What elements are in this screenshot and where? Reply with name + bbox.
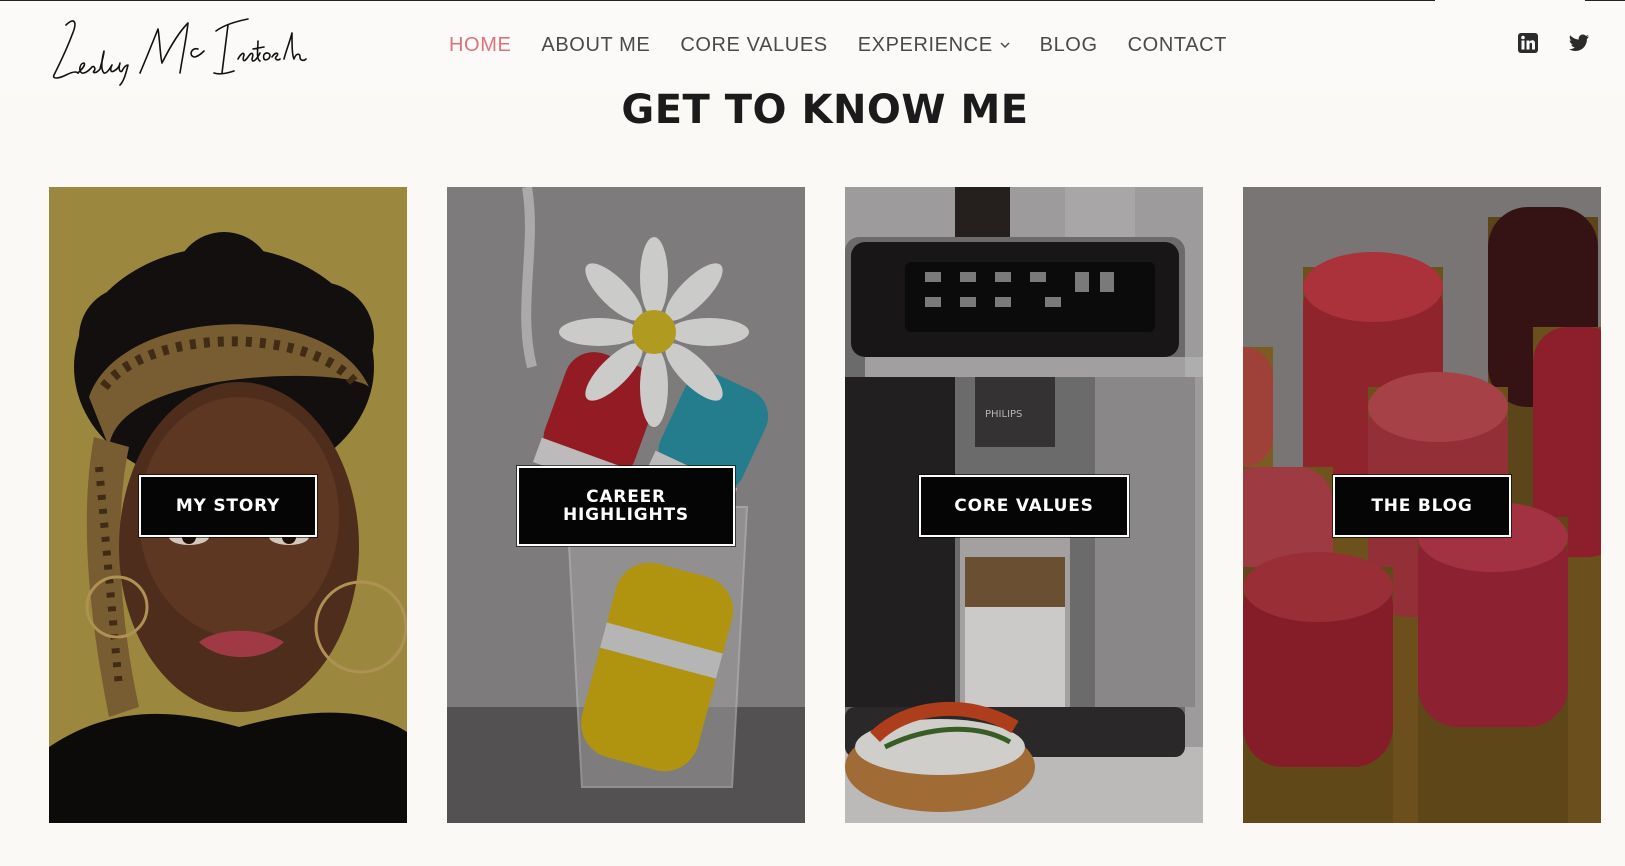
main-navigation: HOME ABOUT ME CORE VALUES EXPERIENCE BLO… (449, 29, 1257, 61)
nav-core-values[interactable]: CORE VALUES (680, 34, 827, 57)
nav-home-label: HOME (449, 33, 512, 56)
career-highlights-button[interactable]: CAREER HIGHLIGHTS (517, 466, 735, 546)
chevron-down-icon (1000, 40, 1010, 50)
twitter-icon[interactable] (1567, 31, 1591, 55)
card-core-values[interactable]: PHILIPS CORE VALUES (845, 187, 1203, 823)
nav-contact[interactable]: CONTACT (1128, 34, 1227, 57)
nav-experience-label: EXPERIENCE (857, 33, 993, 56)
card-career-highlights[interactable]: CAREER HIGHLIGHTS (447, 187, 805, 823)
core-values-label: CORE VALUES (954, 496, 1094, 516)
my-story-label: MY STORY (175, 496, 281, 516)
linkedin-icon[interactable] (1516, 31, 1540, 55)
nav-about-me-label: ABOUT ME (541, 33, 651, 56)
nav-core-values-label: CORE VALUES (680, 33, 828, 56)
nav-about-me[interactable]: ABOUT ME (541, 34, 650, 57)
career-highlights-label: CAREER HIGHLIGHTS (563, 487, 689, 525)
nav-contact-label: CONTACT (1127, 33, 1228, 56)
nav-blog-label: BLOG (1039, 33, 1098, 56)
my-story-button[interactable]: MY STORY (139, 475, 317, 537)
card-the-blog[interactable]: THE BLOG (1243, 187, 1601, 823)
site-header: HOME ABOUT ME CORE VALUES EXPERIENCE BLO… (0, 1, 1625, 89)
nav-experience[interactable]: EXPERIENCE (858, 34, 1010, 57)
nav-blog[interactable]: BLOG (1040, 34, 1098, 57)
the-blog-label: THE BLOG (1371, 496, 1473, 516)
section-title: GET TO KNOW ME (621, 87, 1029, 133)
site-logo[interactable] (48, 11, 308, 86)
nav-home[interactable]: HOME (449, 34, 511, 57)
the-blog-button[interactable]: THE BLOG (1333, 475, 1511, 537)
core-values-button[interactable]: CORE VALUES (919, 475, 1129, 537)
card-my-story[interactable]: MY STORY (49, 187, 407, 823)
